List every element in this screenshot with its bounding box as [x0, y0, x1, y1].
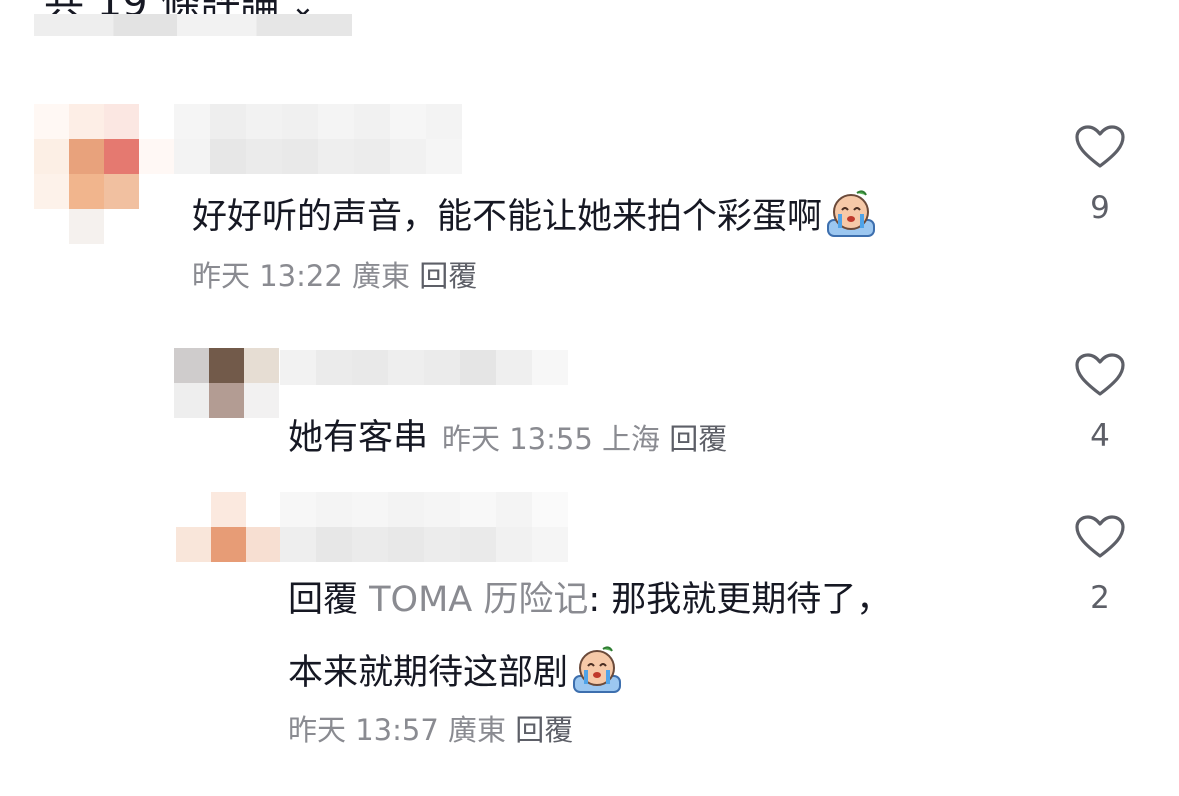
crying-emoji-icon — [573, 646, 622, 693]
reply-prefix: 回覆 — [288, 580, 359, 620]
like-count: 2 — [1090, 580, 1110, 616]
comment-body: : 那我就更期待了， — [588, 580, 892, 620]
mention-link[interactable]: TOMA 历险记 — [369, 580, 588, 620]
reply-button[interactable]: 回覆 — [515, 713, 573, 747]
comment-text-line-2: 本来就期待这部剧 — [288, 642, 624, 696]
username[interactable] — [174, 104, 462, 174]
location: 廣東 — [448, 713, 507, 747]
header-blur — [34, 14, 352, 36]
comment-meta: 昨天 13:57 廣東 回覆 — [288, 712, 573, 748]
like-button[interactable]: 4 — [1070, 352, 1130, 454]
comment-body: 本来就期待这部剧 — [288, 653, 569, 693]
heart-outline-icon — [1075, 125, 1125, 168]
heart-outline-icon — [1075, 515, 1125, 558]
comment-text: 好好听的声音，能不能让她来拍个彩蛋啊 — [192, 186, 878, 240]
heart-outline-icon — [1075, 353, 1125, 396]
like-button[interactable]: 2 — [1070, 514, 1130, 616]
comment-body: 她有客串 — [288, 418, 429, 458]
crying-emoji-icon — [827, 190, 876, 237]
timestamp: 昨天 13:22 — [192, 259, 343, 293]
location: 廣東 — [352, 259, 411, 293]
avatar[interactable] — [34, 104, 174, 244]
location: 上海 — [602, 422, 661, 456]
comment-body: 好好听的声音，能不能让她来拍个彩蛋啊 — [192, 197, 823, 237]
like-count: 4 — [1090, 418, 1110, 454]
reply-button[interactable]: 回覆 — [669, 422, 727, 456]
comment-text: 她有客串 昨天 13:55 上海 回覆 — [288, 416, 727, 461]
like-count: 9 — [1090, 190, 1110, 226]
comment-meta: 昨天 13:22 廣東 回覆 — [192, 258, 477, 294]
comment-text-line-1: 回覆 TOMA 历险记: 那我就更期待了， — [288, 578, 891, 622]
username[interactable] — [280, 350, 568, 385]
comment-meta: 昨天 13:55 上海 回覆 — [442, 422, 727, 456]
reply-button[interactable]: 回覆 — [419, 259, 477, 293]
username[interactable] — [280, 492, 568, 562]
avatar[interactable] — [176, 492, 281, 562]
avatar[interactable] — [174, 348, 279, 418]
timestamp: 昨天 13:57 — [288, 713, 439, 747]
like-button[interactable]: 9 — [1070, 124, 1130, 226]
timestamp: 昨天 13:55 — [442, 422, 593, 456]
